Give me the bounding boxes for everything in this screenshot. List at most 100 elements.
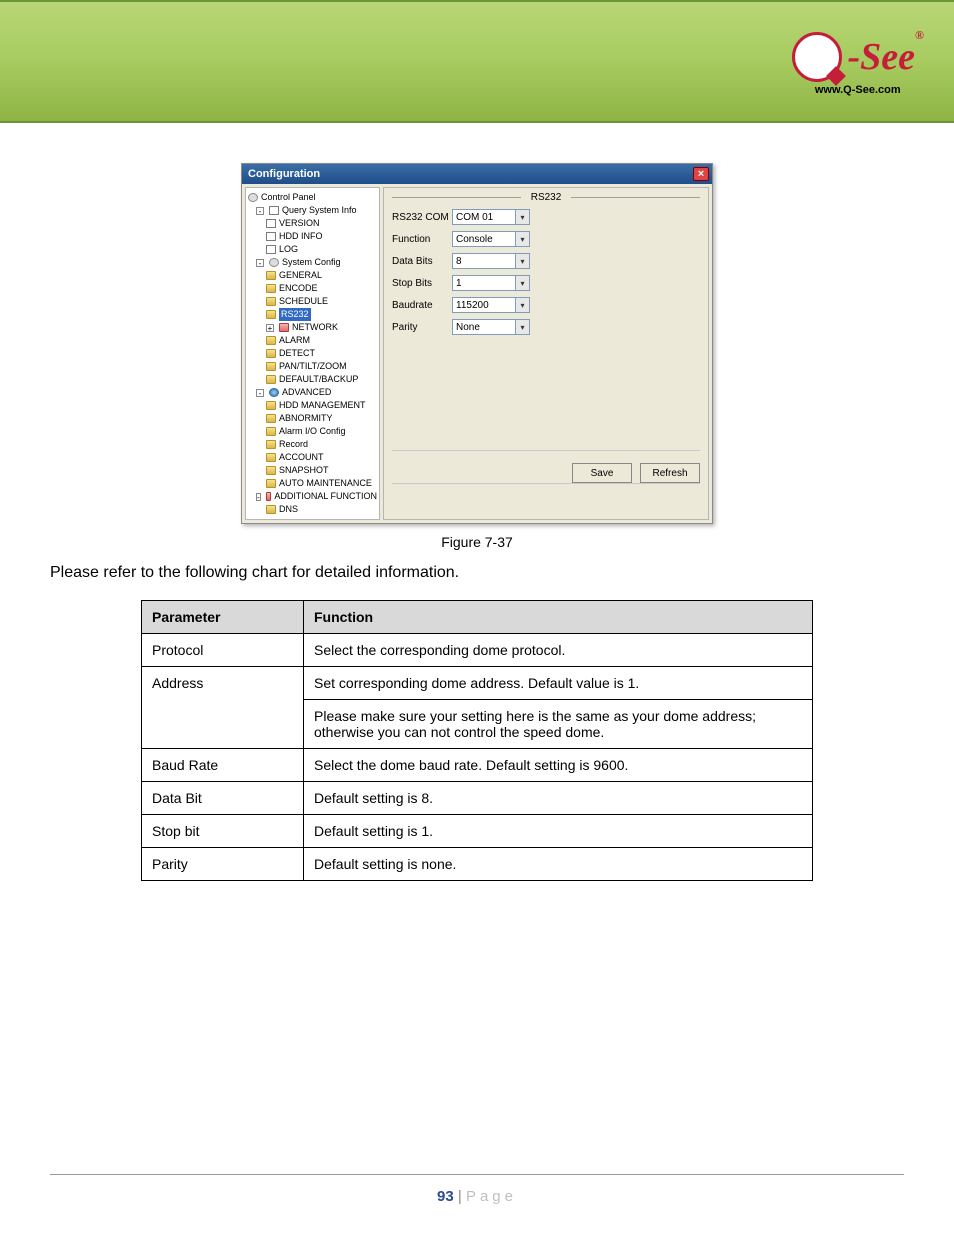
tree-item[interactable]: DEFAULT/BACKUP [266,373,377,386]
collapse-icon[interactable]: - [256,207,264,215]
save-button[interactable]: Save [572,463,632,483]
tree-item-label: PAN/TILT/ZOOM [279,360,347,373]
function-select[interactable]: Console ▾ [452,231,530,247]
rs232-com-select[interactable]: COM 01 ▾ [452,209,530,225]
logo-text: -See® [848,35,925,79]
tree-item-label: ADDITIONAL FUNCTION [274,490,377,503]
tree-item[interactable]: LOG [266,243,377,256]
close-icon[interactable]: × [693,167,709,181]
collapse-icon[interactable]: - [256,493,261,501]
tree-item-label: Alarm I/O Config [279,425,346,438]
tree-item-label: DNS [279,503,298,516]
baudrate-label: Baudrate [392,300,452,311]
tree-item[interactable]: Record [266,438,377,451]
tree-item-label: HDD MANAGEMENT [279,399,366,412]
databits-label: Data Bits [392,256,452,267]
header-band: -See® www.Q-See.com [0,0,954,123]
tree-item[interactable]: DNS [266,503,377,516]
sheet-icon [266,219,276,228]
sheet-icon [269,206,279,215]
parameter-table: Parameter Function Protocol Select the c… [141,600,813,881]
logo-url: www.Q-See.com [815,84,901,96]
tree-item-label: ALARM [279,334,310,347]
configuration-window: Configuration × Control Panel - Query Sys… [241,163,713,524]
table-row: Data Bit Default setting is 8. [142,782,813,815]
databits-select[interactable]: 8 ▾ [452,253,530,269]
tree-item[interactable]: HDD MANAGEMENT [266,399,377,412]
footer-line [50,1174,904,1175]
folder-icon [266,401,276,410]
refresh-button[interactable]: Refresh [640,463,700,483]
stopbits-select[interactable]: 1 ▾ [452,275,530,291]
tree-item-label: Query System Info [282,204,357,217]
tree-item[interactable]: RS232 [266,308,377,321]
tree-item-label: GENERAL [279,269,322,282]
tree-item[interactable]: VERSION [266,217,377,230]
sheet-icon [266,245,276,254]
tree-item[interactable]: AUTO MAINTENANCE [266,477,377,490]
table-header-parameter: Parameter [142,601,304,634]
gear-icon [248,193,258,202]
table-row: Stop bit Default setting is 1. [142,815,813,848]
intro-text: Please refer to the following chart for … [50,564,904,582]
folder-icon [266,414,276,423]
chevron-down-icon: ▾ [515,254,529,268]
tree-item[interactable]: DETECT [266,347,377,360]
tree-item-label: DEFAULT/BACKUP [279,373,358,386]
stopbits-label: Stop Bits [392,278,452,289]
tree-item[interactable]: ACCOUNT [266,451,377,464]
tree-item[interactable]: -System Config [256,256,377,269]
tree-item-label: SCHEDULE [279,295,328,308]
collapse-icon[interactable]: - [256,259,264,267]
tree-item[interactable]: GENERAL [266,269,377,282]
q-logo-icon [792,32,842,82]
folder-icon [266,362,276,371]
tree-item-label: Record [279,438,308,451]
tree-item[interactable]: Alarm I/O Config [266,425,377,438]
tree-item-label: LOG [279,243,298,256]
collapse-icon[interactable]: - [256,389,264,397]
globe-icon [269,388,279,397]
tree-item-label: NETWORK [292,321,338,334]
folder-icon [266,505,276,514]
tree-item-label: ADVANCED [282,386,331,399]
parity-label: Parity [392,322,452,333]
tree-item[interactable]: ABNORMITY [266,412,377,425]
expand-icon[interactable]: + [266,324,274,332]
folder-icon [266,427,276,436]
tree-item[interactable]: - ADVANCED [256,386,377,399]
tree-item[interactable]: ALARM [266,334,377,347]
chevron-down-icon: ▾ [515,298,529,312]
folder-icon [266,375,276,384]
gear-icon [269,258,279,267]
page-label: Page [466,1188,517,1205]
chevron-down-icon: ▾ [515,320,529,334]
tree-root-label: Control Panel [261,191,316,204]
nav-tree[interactable]: Control Panel -Query System InfoVERSIONH… [245,187,380,520]
table-row: Address Set corresponding dome address. … [142,667,813,700]
folder-icon [266,440,276,449]
tree-item[interactable]: SCHEDULE [266,295,377,308]
parity-select[interactable]: None ▾ [452,319,530,335]
tree-item[interactable]: HDD INFO [266,230,377,243]
chevron-down-icon: ▾ [515,276,529,290]
tree-item[interactable]: - Query System Info [256,204,377,217]
tree-item[interactable]: + NETWORK [266,321,377,334]
brand-logo: -See® www.Q-See.com [792,32,925,96]
tree-item[interactable]: SNAPSHOT [266,464,377,477]
sheet-icon [266,232,276,241]
baudrate-select[interactable]: 115200 ▾ [452,297,530,313]
tree-item[interactable]: - ADDITIONAL FUNCTION [256,490,377,503]
folder-icon [266,453,276,462]
tree-item[interactable]: ENCODE [266,282,377,295]
folder-icon [266,310,276,319]
folder-red-icon [279,323,289,332]
rs232-panel: RS232 RS232 COM COM 01 ▾ Function Cons [383,187,709,520]
tree-item-label: VERSION [279,217,320,230]
window-titlebar[interactable]: Configuration × [242,164,712,184]
folder-icon [266,284,276,293]
tree-item-label: SNAPSHOT [279,464,329,477]
tree-item[interactable]: PAN/TILT/ZOOM [266,360,377,373]
tree-item-label: HDD INFO [279,230,323,243]
table-row: Parity Default setting is none. [142,848,813,881]
